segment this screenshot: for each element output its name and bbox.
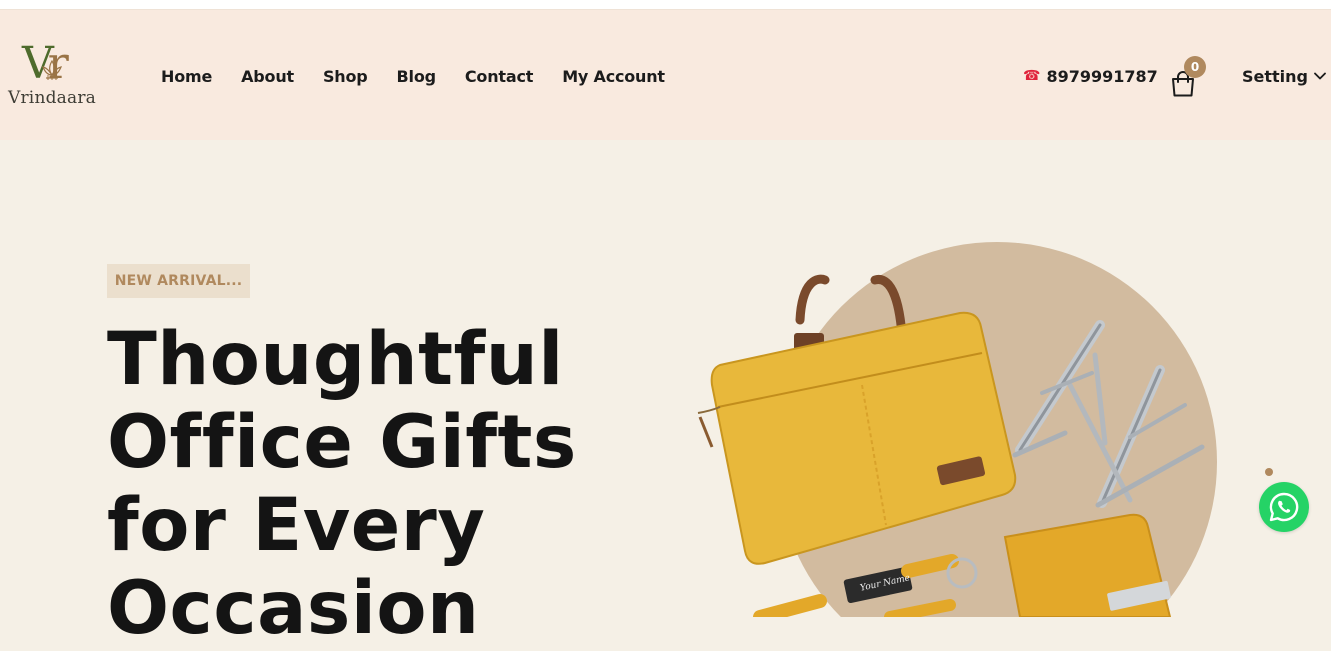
- main-nav: Home About Shop Blog Contact My Account: [161, 64, 694, 88]
- new-arrival-badge: NEW ARRIVAL...: [107, 264, 250, 298]
- lotus-icon: [42, 59, 62, 80]
- whatsapp-icon: [1269, 492, 1299, 522]
- whatsapp-button[interactable]: [1259, 482, 1309, 532]
- nav-shop[interactable]: Shop: [323, 67, 368, 86]
- chevron-down-icon: [1314, 72, 1326, 80]
- setting-label: Setting: [1242, 66, 1308, 86]
- nav-blog[interactable]: Blog: [397, 67, 437, 86]
- hero-title-line: Occasion: [107, 566, 480, 651]
- setting-dropdown[interactable]: Setting: [1242, 64, 1326, 88]
- nav-my-account[interactable]: My Account: [562, 67, 665, 86]
- hero-title: Thoughtful Office Gifts for Every Occasi…: [107, 318, 667, 650]
- hero-product-image: Your Name: [697, 242, 1217, 617]
- site-header: Vr Vrindaara Home About Shop Blog Contac…: [0, 10, 1331, 140]
- phone-icon: ☎: [1023, 68, 1041, 84]
- phone-link[interactable]: ☎ 8979991787: [1023, 64, 1158, 88]
- hero-title-line: Office Gifts: [107, 400, 577, 485]
- nav-contact[interactable]: Contact: [465, 67, 534, 86]
- phone-number: 8979991787: [1046, 66, 1158, 86]
- brand-logo[interactable]: Vr Vrindaara: [8, 42, 98, 112]
- nav-home[interactable]: Home: [161, 67, 212, 86]
- top-strip: [0, 0, 1331, 10]
- slider-dot[interactable]: [1265, 468, 1273, 476]
- nav-about[interactable]: About: [241, 67, 294, 86]
- cart-button[interactable]: 0: [1170, 56, 1206, 98]
- hero-title-line: Thoughtful: [107, 317, 564, 402]
- logo-text: Vrindaara: [8, 88, 97, 108]
- cart-count-badge: 0: [1184, 56, 1206, 78]
- hero-title-line: for Every: [107, 483, 486, 568]
